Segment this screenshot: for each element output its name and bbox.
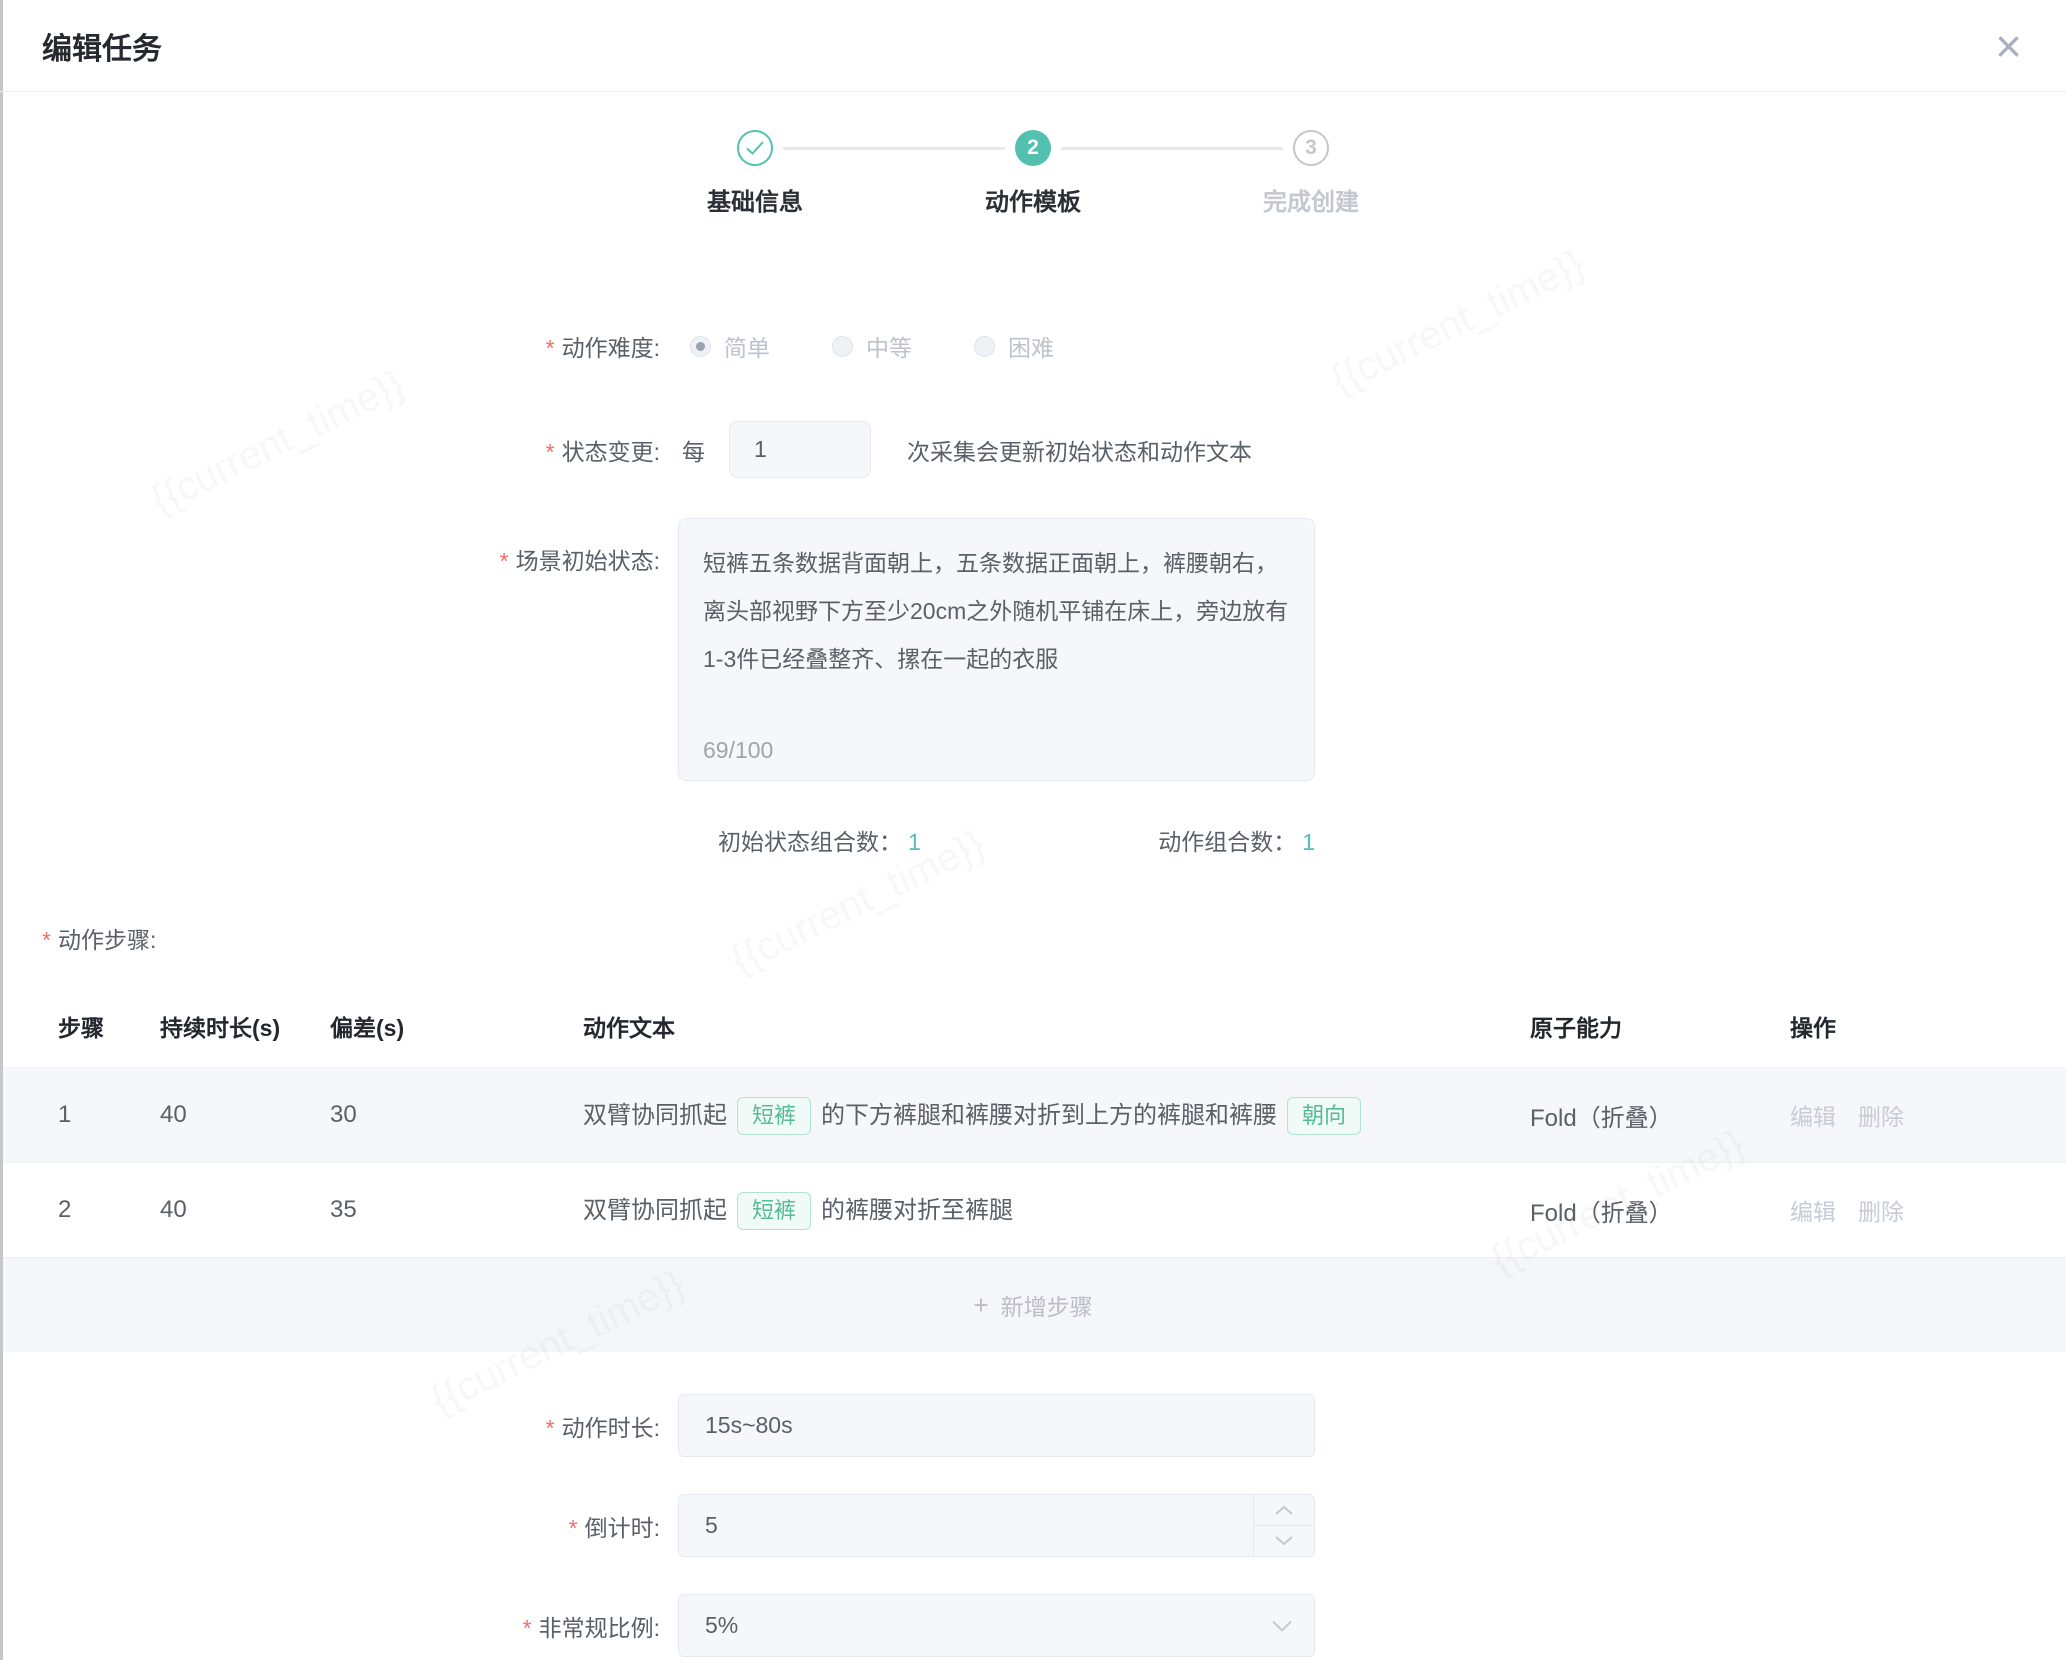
table-header-row: 步骤 持续时长(s) 偏差(s) 动作文本 原子能力 操作 <box>0 985 2066 1067</box>
dialog-header: 编辑任务 × <box>0 0 2066 92</box>
radio-circle-icon <box>832 336 853 357</box>
action-combos: 动作组合数：1 <box>1158 823 1315 857</box>
cell-deviation: 30 <box>330 1101 583 1129</box>
initial-state-row: *场景初始状态: 短裤五条数据背面朝上，五条数据正面朝上，裤腰朝右，离头部视野下… <box>0 518 2066 781</box>
radio-circle-icon <box>690 336 711 357</box>
step-done-circle <box>737 130 773 166</box>
action-duration-label: *动作时长: <box>0 1409 660 1443</box>
watermark: {{current_time}} <box>1324 242 1592 403</box>
initial-state-box: 短裤五条数据背面朝上，五条数据正面朝上，裤腰朝右，离头部视野下方至少20cm之外… <box>678 518 1315 781</box>
unusual-ratio-label: *非常规比例: <box>0 1609 660 1643</box>
table-row: 1 40 30 双臂协同抓起短裤的下方裤腿和裤腰对折到上方的裤腿和裤腰朝向 Fo… <box>0 1067 2066 1162</box>
delete-link[interactable]: 删除 <box>1858 1199 1904 1225</box>
radio-label: 中等 <box>866 329 912 363</box>
col-atomic-ability: 原子能力 <box>1530 1009 1790 1043</box>
cell-operations: 编辑删除 <box>1790 1098 2066 1132</box>
radio-label: 困难 <box>1008 329 1054 363</box>
initial-state-textarea[interactable]: 短裤五条数据背面朝上，五条数据正面朝上，裤腰朝右，离头部视野下方至少20cm之外… <box>703 539 1290 724</box>
edit-link[interactable]: 编辑 <box>1790 1104 1836 1130</box>
object-tag: 短裤 <box>737 1192 811 1231</box>
increase-button[interactable] <box>1254 1495 1314 1526</box>
radio-medium[interactable]: 中等 <box>832 329 912 363</box>
close-icon[interactable]: × <box>1995 23 2022 69</box>
page-left-edge <box>0 0 3 1660</box>
initial-combo-value: 1 <box>908 829 921 855</box>
step-label: 基础信息 <box>707 182 803 217</box>
orientation-tag: 朝向 <box>1287 1097 1361 1136</box>
table-row: 2 40 35 双臂协同抓起短裤的裤腰对折至裤腿 Fold（折叠） 编辑删除 <box>0 1162 2066 1257</box>
decrease-button[interactable] <box>1254 1526 1314 1556</box>
countdown-label: *倒计时: <box>0 1509 660 1543</box>
stepper: 基础信息 2 动作模板 3 完成创建 <box>0 130 2066 217</box>
col-action-text: 动作文本 <box>583 1009 1530 1043</box>
col-step: 步骤 <box>0 1009 160 1043</box>
state-change-prefix: 每 <box>682 433 705 467</box>
col-operation: 操作 <box>1790 1009 2066 1043</box>
step-label: 动作模板 <box>985 182 1081 217</box>
step-action-template: 2 动作模板 <box>894 130 1172 217</box>
add-step-label: 新增步骤 <box>1001 1288 1093 1322</box>
chevron-down-icon <box>1274 1535 1294 1547</box>
action-duration-row: *动作时长: <box>0 1394 2066 1457</box>
radio-simple[interactable]: 简单 <box>690 329 770 363</box>
step-complete-creation: 3 完成创建 <box>1172 130 1450 217</box>
action-combo-value: 1 <box>1302 829 1315 855</box>
char-counter: 69/100 <box>703 737 773 764</box>
delete-link[interactable]: 删除 <box>1858 1104 1904 1130</box>
step-basic-info: 基础信息 <box>616 130 894 217</box>
dialog-title: 编辑任务 <box>42 24 1995 68</box>
initial-state-label: *场景初始状态: <box>0 518 660 576</box>
number-spinner <box>1253 1495 1314 1556</box>
action-duration-input[interactable] <box>678 1394 1315 1457</box>
cell-duration: 40 <box>160 1196 330 1224</box>
step-label: 完成创建 <box>1263 182 1359 217</box>
col-deviation: 偏差(s) <box>330 1009 583 1043</box>
unusual-ratio-select[interactable] <box>678 1594 1315 1657</box>
cell-action-text: 双臂协同抓起短裤的下方裤腿和裤腰对折到上方的裤腿和裤腰朝向 <box>583 1095 1530 1136</box>
countdown-input[interactable] <box>678 1494 1315 1557</box>
cell-atomic-ability: Fold（折叠） <box>1530 1098 1790 1133</box>
radio-circle-icon <box>974 336 995 357</box>
cell-atomic-ability: Fold（折叠） <box>1530 1193 1790 1228</box>
difficulty-row: *动作难度: 简单 中等 困难 <box>0 329 2066 363</box>
edit-task-dialog: {{current_time}} {{current_time}} {{curr… <box>0 0 2066 1660</box>
state-change-input[interactable] <box>729 421 871 478</box>
unusual-ratio-value[interactable] <box>678 1594 1315 1657</box>
col-duration: 持续时长(s) <box>160 1009 330 1043</box>
combination-counts: 初始状态组合数：1 动作组合数：1 <box>678 823 1315 857</box>
difficulty-label: *动作难度: <box>0 329 660 363</box>
state-change-row: *状态变更: 每 次采集会更新初始状态和动作文本 <box>0 421 2066 478</box>
step-active-circle: 2 <box>1015 130 1051 166</box>
action-steps-table: 步骤 持续时长(s) 偏差(s) 动作文本 原子能力 操作 1 40 30 双臂… <box>0 985 2066 1352</box>
edit-link[interactable]: 编辑 <box>1790 1199 1836 1225</box>
cell-operations: 编辑删除 <box>1790 1193 2066 1227</box>
state-change-suffix: 次采集会更新初始状态和动作文本 <box>907 433 1252 467</box>
chevron-up-icon <box>1274 1504 1294 1516</box>
cell-deviation: 35 <box>330 1196 583 1224</box>
radio-label: 简单 <box>724 329 770 363</box>
plus-icon: + <box>973 1290 988 1321</box>
action-steps-section-label: *动作步骤: <box>42 921 2066 955</box>
cell-step: 1 <box>0 1101 160 1129</box>
step-pending-circle: 3 <box>1293 130 1329 166</box>
check-icon <box>745 140 765 156</box>
initial-state-combos: 初始状态组合数：1 <box>718 823 921 857</box>
cell-duration: 40 <box>160 1101 330 1129</box>
cell-step: 2 <box>0 1196 160 1224</box>
add-step-button[interactable]: + 新增步骤 <box>0 1257 2066 1352</box>
state-change-label: *状态变更: <box>0 433 660 467</box>
countdown-row: *倒计时: <box>0 1494 2066 1557</box>
unusual-ratio-row: *非常规比例: <box>0 1594 2066 1657</box>
object-tag: 短裤 <box>737 1097 811 1136</box>
countdown-number-input <box>678 1494 1315 1557</box>
cell-action-text: 双臂协同抓起短裤的裤腰对折至裤腿 <box>583 1190 1530 1231</box>
radio-hard[interactable]: 困难 <box>974 329 1054 363</box>
difficulty-radio-group: 简单 中等 困难 <box>690 329 1116 363</box>
